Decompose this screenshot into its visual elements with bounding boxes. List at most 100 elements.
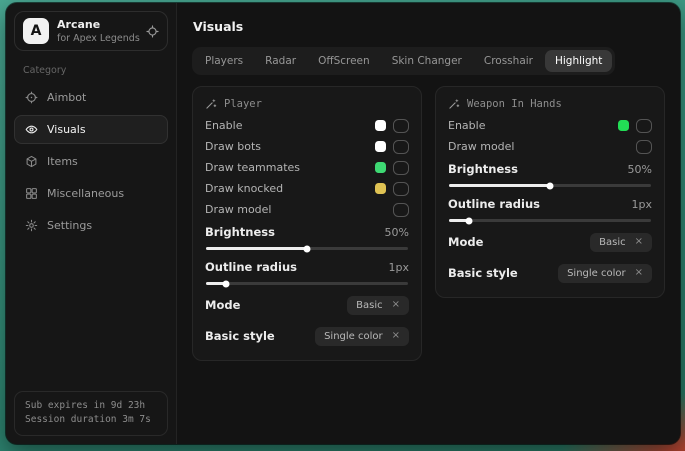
app-logo: A: [23, 18, 49, 44]
sidebar-item-label: Miscellaneous: [47, 187, 124, 200]
session-duration-text: Session duration 3m 7s: [25, 413, 157, 428]
tab-offscreen[interactable]: OffScreen: [308, 50, 380, 72]
color-swatch[interactable]: [375, 183, 386, 194]
select-label: Mode: [205, 298, 240, 312]
select-chip[interactable]: Basic ×: [590, 233, 652, 252]
card-weapon-in-hands: Weapon In Hands Enable Draw model Bright…: [435, 86, 665, 298]
slider-label: Brightness: [448, 162, 518, 176]
checkbox[interactable]: [393, 161, 409, 175]
select-rows: Mode Basic × Basic style Single color ×: [448, 230, 652, 285]
checkbox[interactable]: [393, 182, 409, 196]
slider-value: 1px: [632, 198, 653, 211]
select-chip[interactable]: Single color ×: [315, 327, 409, 346]
tab-skin-changer[interactable]: Skin Changer: [382, 50, 472, 72]
magic-wand-icon: [448, 98, 460, 110]
eye-icon: [25, 123, 38, 136]
slider-thumb[interactable]: [466, 217, 473, 224]
slider-label: Outline radius: [448, 197, 540, 211]
sidebar-item-items[interactable]: Items: [14, 147, 168, 176]
checkbox[interactable]: [393, 203, 409, 217]
slider-rows: Brightness 50% Outline radius 1px: [448, 160, 652, 222]
color-swatch[interactable]: [375, 120, 386, 131]
toggle-row: Draw model: [448, 136, 652, 157]
select-label: Mode: [448, 235, 483, 249]
sidebar-item-miscellaneous[interactable]: Miscellaneous: [14, 179, 168, 208]
sidebar-item-label: Aimbot: [47, 91, 86, 104]
subscription-info: Sub expires in 9d 23h Session duration 3…: [14, 391, 168, 436]
slider-thumb[interactable]: [223, 280, 230, 287]
color-swatch[interactable]: [375, 141, 386, 152]
select-label: Basic style: [448, 266, 518, 280]
sidebar-item-settings[interactable]: Settings: [14, 211, 168, 240]
toggle-label: Enable: [205, 119, 242, 132]
slider-track[interactable]: [449, 219, 651, 222]
tab-players[interactable]: Players: [195, 50, 253, 72]
slider-track[interactable]: [206, 247, 408, 250]
gear-icon: [25, 219, 38, 232]
chip-value: Basic: [599, 237, 625, 248]
checkbox[interactable]: [393, 119, 409, 133]
toggle-row: Draw bots: [205, 136, 409, 157]
chip-value: Single color: [567, 268, 626, 279]
slider-group: Brightness 50%: [205, 223, 409, 250]
tab-radar[interactable]: Radar: [255, 50, 306, 72]
card-title: Weapon In Hands: [467, 98, 562, 110]
card-player: Player Enable Draw bots Draw teammates D…: [192, 86, 422, 361]
toggle-row: Draw teammates: [205, 157, 409, 178]
tab-highlight[interactable]: Highlight: [545, 50, 612, 72]
slider-track[interactable]: [449, 184, 651, 187]
toggle-row: Enable: [448, 115, 652, 136]
toggle-controls: [375, 182, 409, 196]
slider-fill: [449, 184, 550, 187]
slider-value: 50%: [385, 226, 409, 239]
select-chip[interactable]: Basic ×: [347, 296, 409, 315]
toggle-label: Draw knocked: [205, 182, 283, 195]
sub-expiry-text: Sub expires in 9d 23h: [25, 399, 157, 414]
color-swatch[interactable]: [375, 162, 386, 173]
brand-card: A Arcane for Apex Legends: [14, 11, 168, 51]
slider-track[interactable]: [206, 282, 408, 285]
page-title: Visuals: [193, 19, 664, 34]
color-swatch[interactable]: [618, 120, 629, 131]
chip-remove-icon[interactable]: ×: [635, 268, 643, 278]
tab-crosshair[interactable]: Crosshair: [474, 50, 543, 72]
chip-remove-icon[interactable]: ×: [392, 300, 400, 310]
toggle-controls: [375, 161, 409, 175]
tab-bar: PlayersRadarOffScreenSkin ChangerCrossha…: [192, 47, 615, 75]
category-label: Category: [23, 65, 159, 76]
chip-remove-icon[interactable]: ×: [392, 331, 400, 341]
toggle-controls: [375, 140, 409, 154]
toggle-rows: Enable Draw model: [448, 115, 652, 157]
sidebar-item-label: Settings: [47, 219, 92, 232]
scope-icon[interactable]: [146, 25, 159, 38]
sidebar-item-visuals[interactable]: Visuals: [14, 115, 168, 144]
crosshair-icon: [25, 91, 38, 104]
chip-value: Basic: [356, 300, 382, 311]
chip-remove-icon[interactable]: ×: [635, 237, 643, 247]
slider-thumb[interactable]: [547, 182, 554, 189]
grid-icon: [25, 187, 38, 200]
toggle-label: Draw bots: [205, 140, 261, 153]
desktop-background: A Arcane for Apex Legends Category Aimbo…: [0, 0, 685, 451]
slider-value: 1px: [389, 261, 410, 274]
slider-rows: Brightness 50% Outline radius 1px: [205, 223, 409, 285]
select-chip[interactable]: Single color ×: [558, 264, 652, 283]
slider-head: Brightness 50%: [448, 160, 652, 178]
slider-fill: [206, 247, 307, 250]
slider-thumb[interactable]: [304, 245, 311, 252]
select-row: Mode Basic ×: [448, 230, 652, 254]
slider-head: Outline radius 1px: [448, 195, 652, 213]
card-header: Player: [205, 98, 409, 110]
checkbox[interactable]: [393, 140, 409, 154]
select-rows: Mode Basic × Basic style Single color ×: [205, 293, 409, 348]
card-title: Player: [224, 98, 262, 110]
select-label: Basic style: [205, 329, 275, 343]
slider-group: Outline radius 1px: [448, 195, 652, 222]
app-subtitle: for Apex Legends: [57, 33, 138, 44]
checkbox[interactable]: [636, 140, 652, 154]
select-row: Mode Basic ×: [205, 293, 409, 317]
sidebar-item-aimbot[interactable]: Aimbot: [14, 83, 168, 112]
toggle-controls: [375, 119, 409, 133]
checkbox[interactable]: [636, 119, 652, 133]
sidebar-item-label: Visuals: [47, 123, 86, 136]
